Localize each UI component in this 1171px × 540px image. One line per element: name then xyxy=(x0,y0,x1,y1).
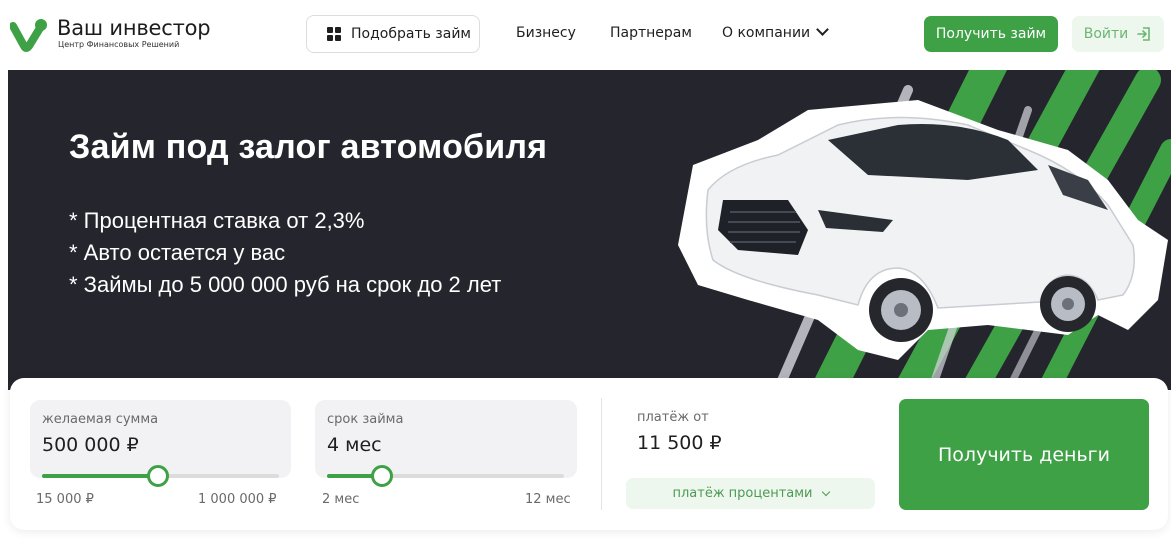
term-field[interactable]: срок займа 4 мес xyxy=(315,400,577,478)
grid-icon xyxy=(327,27,341,41)
payment-label: платёж от xyxy=(637,410,709,425)
amount-label: желаемая сумма xyxy=(42,412,159,427)
pick-loan-label: Подобрать займ xyxy=(351,26,471,42)
amount-min: 15 000 ₽ xyxy=(36,492,94,507)
payment-value: 11 500 ₽ xyxy=(637,432,722,454)
logo-mark-icon xyxy=(10,19,47,52)
hero-banner: Займ под залог автомобиля * Процентная с… xyxy=(8,70,1171,390)
logo-title: Ваш инвестор xyxy=(57,16,211,40)
divider xyxy=(601,398,602,510)
hero-bullet-car-stays: * Авто остается у вас xyxy=(69,240,286,265)
payment-mode-label: платёж процентами xyxy=(672,486,813,501)
logo-tagline: Центр Финансовых Решений xyxy=(58,40,180,49)
amount-value: 500 000 ₽ xyxy=(42,434,139,456)
term-min: 2 мес xyxy=(322,492,360,507)
term-label: срок займа xyxy=(327,412,404,427)
amount-slider-thumb[interactable] xyxy=(147,465,170,487)
nav-about[interactable]: О компании xyxy=(722,23,830,41)
login-label: Войти xyxy=(1083,26,1129,42)
nav-about-label: О компании xyxy=(722,25,811,41)
hero-bullet-limits: * Займы до 5 000 000 руб на срок до 2 ле… xyxy=(69,272,502,297)
site-header: Ваш инвестор Центр Финансовых Решений По… xyxy=(0,0,1171,70)
car-illustration xyxy=(678,70,1171,390)
chevron-down-icon xyxy=(816,23,830,36)
amount-max: 1 000 000 ₽ xyxy=(198,492,277,507)
loan-calculator: желаемая сумма 500 000 ₽ 15 000 ₽ 1 000 … xyxy=(10,378,1168,530)
get-money-button[interactable]: Получить деньги xyxy=(899,399,1149,510)
get-loan-button[interactable]: Получить займ xyxy=(924,16,1058,52)
login-icon xyxy=(1137,27,1151,41)
login-button[interactable]: Войти xyxy=(1072,16,1164,52)
term-value: 4 мес xyxy=(327,434,382,456)
hero-bullet-rate: * Процентная ставка от 2,3% xyxy=(69,208,365,233)
logo[interactable]: Ваш инвестор Центр Финансовых Решений xyxy=(10,14,220,54)
nav-business[interactable]: Бизнесу xyxy=(516,25,576,41)
pick-loan-button[interactable]: Подобрать займ xyxy=(306,15,480,53)
chevron-down-icon xyxy=(821,487,830,496)
term-slider[interactable] xyxy=(327,465,564,487)
hero-title: Займ под залог автомобиля xyxy=(69,128,548,166)
amount-slider-fill xyxy=(42,474,159,478)
nav-partners[interactable]: Партнерам xyxy=(610,25,692,41)
hero-bullets: * Процентная ставка от 2,3% * Авто остае… xyxy=(69,205,501,301)
term-slider-thumb[interactable] xyxy=(370,465,393,487)
amount-slider[interactable] xyxy=(42,465,279,487)
term-max: 12 мес xyxy=(525,492,571,507)
payment-mode-dropdown[interactable]: платёж процентами xyxy=(626,478,875,509)
